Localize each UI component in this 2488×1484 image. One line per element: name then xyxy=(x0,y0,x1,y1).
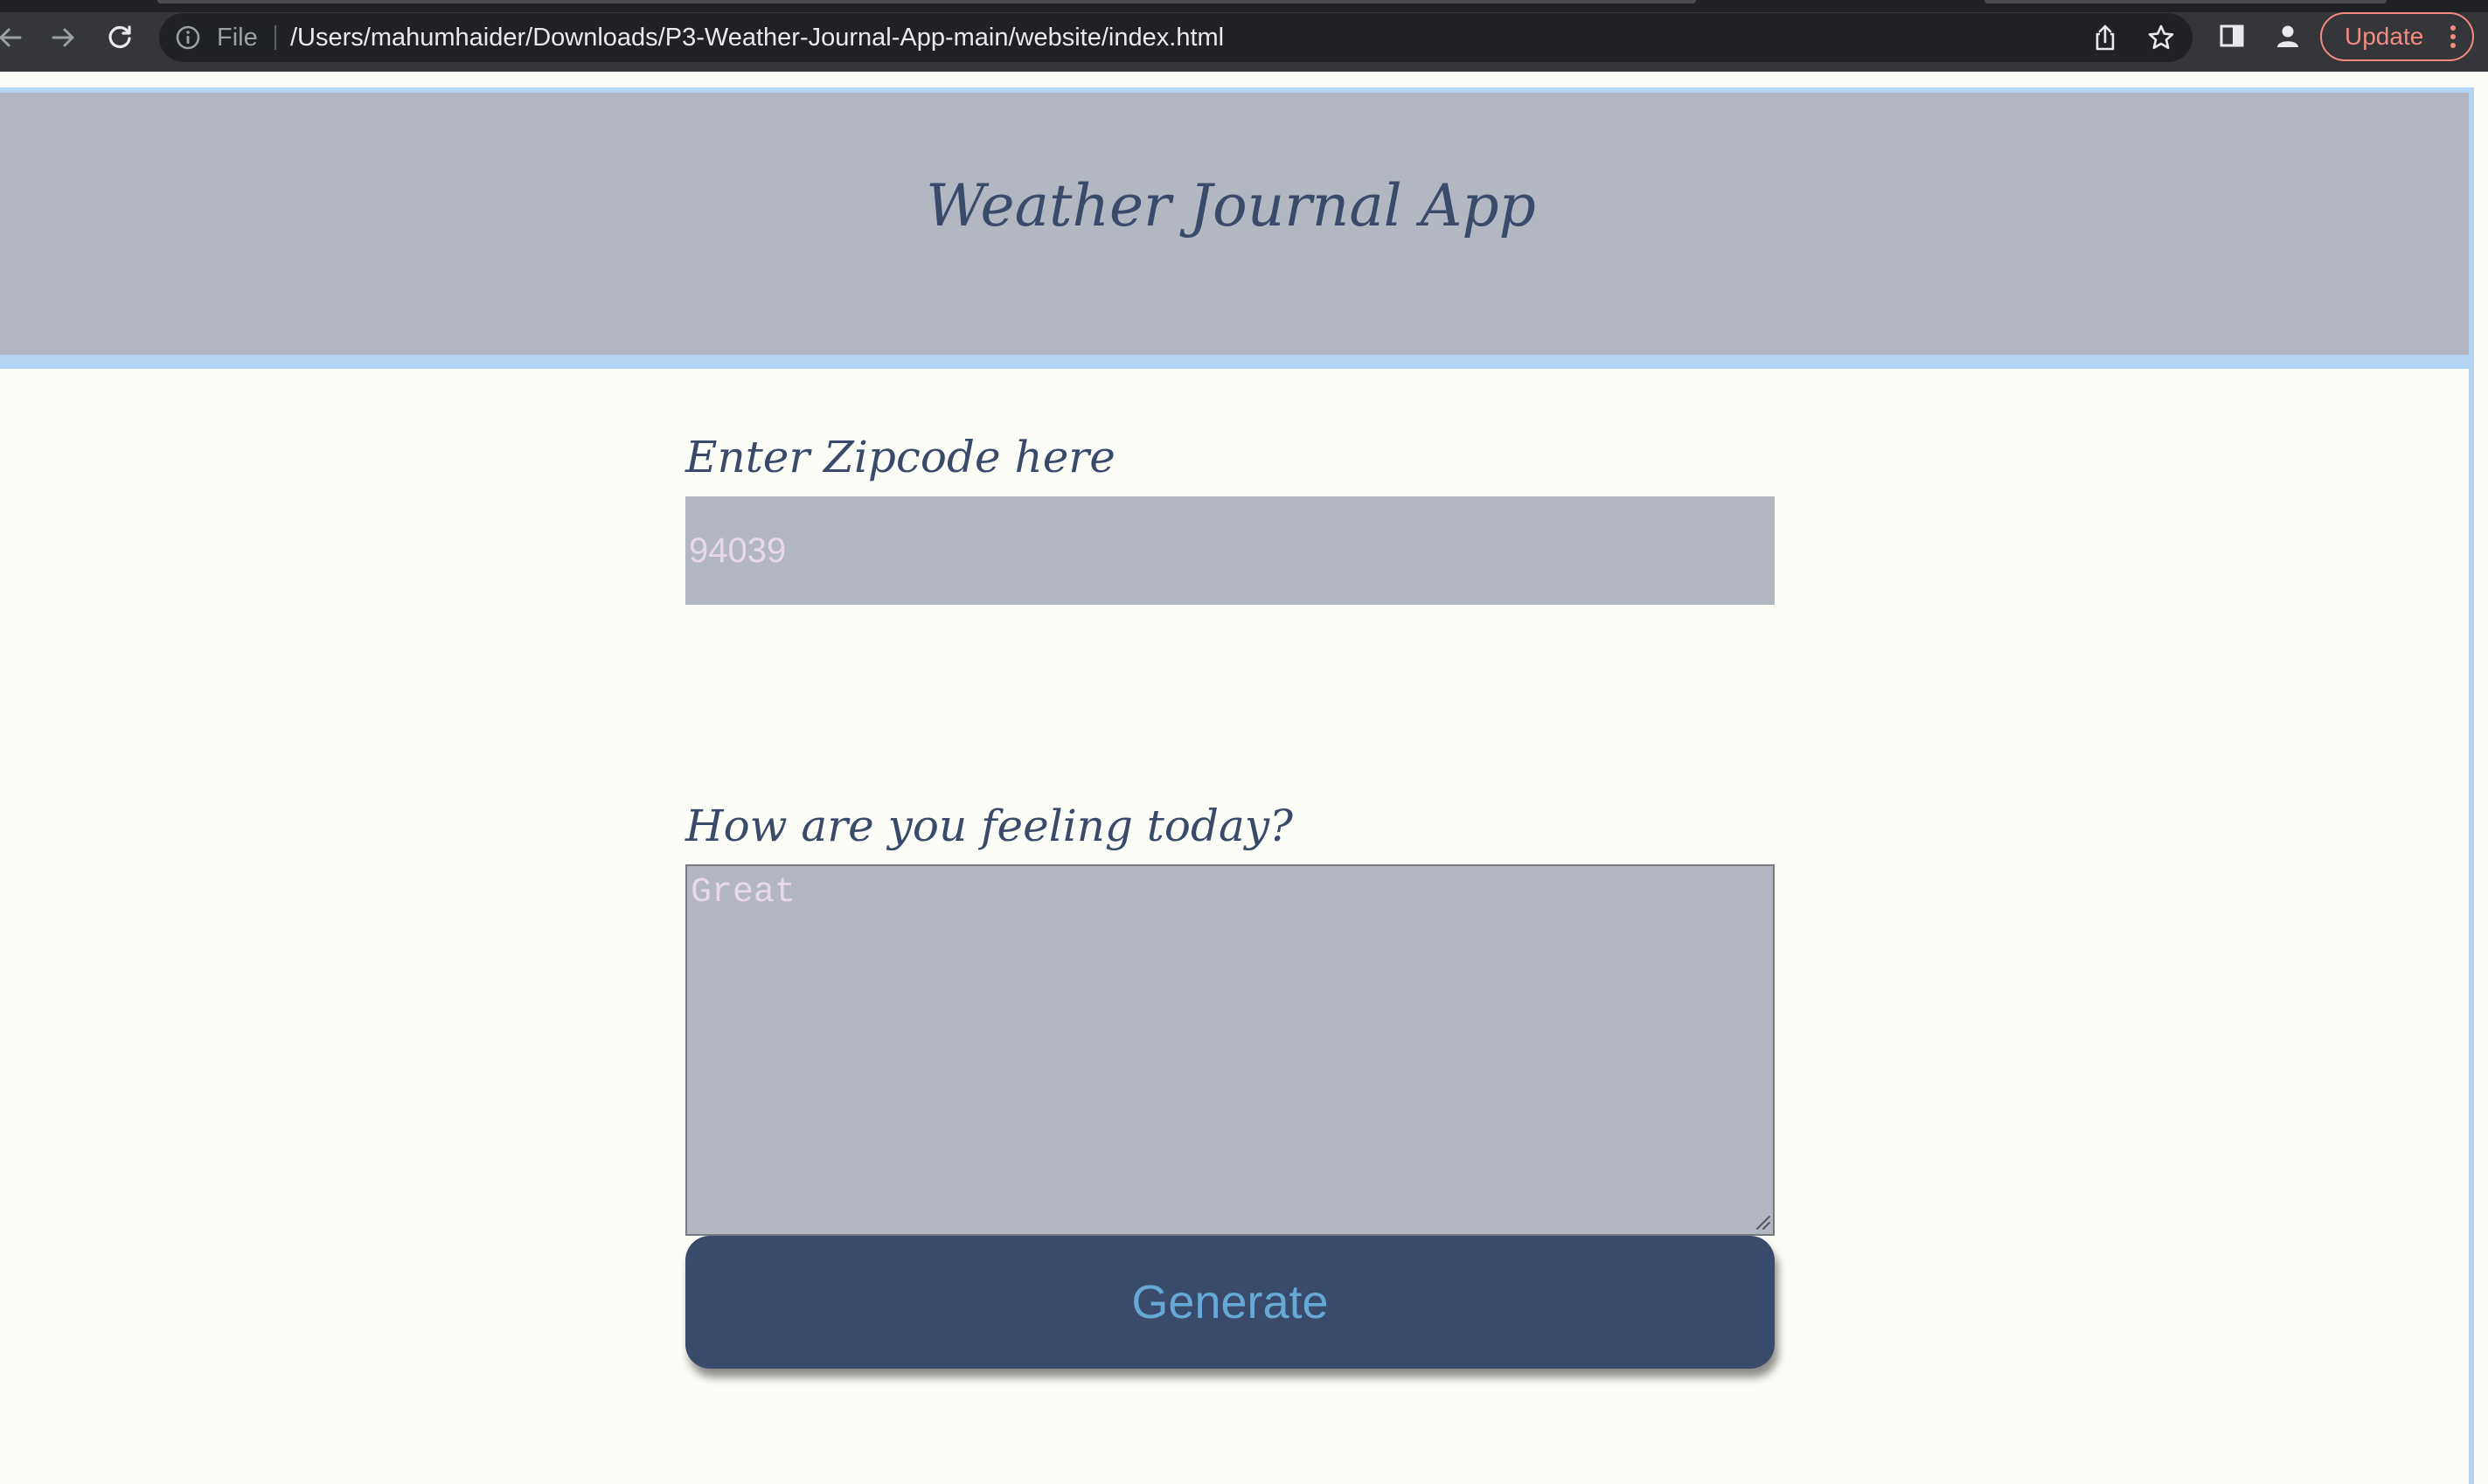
back-arrow-icon xyxy=(0,24,24,52)
tab-strip xyxy=(0,0,2488,12)
file-scheme-label: File xyxy=(217,24,258,52)
update-button[interactable]: Update xyxy=(2320,12,2474,61)
page-right-border xyxy=(2469,87,2488,1484)
forward-arrow-icon xyxy=(50,24,78,52)
reload-icon xyxy=(106,24,134,52)
back-button[interactable] xyxy=(0,14,33,61)
tab-indicator[interactable] xyxy=(1984,0,2387,3)
update-label: Update xyxy=(2345,23,2424,50)
tab-indicator[interactable] xyxy=(157,0,1696,3)
star-icon[interactable] xyxy=(2145,22,2177,53)
share-icon[interactable] xyxy=(2089,22,2121,53)
info-icon[interactable] xyxy=(175,24,201,51)
page-title: Weather Journal App xyxy=(926,172,1536,239)
generate-button[interactable]: Generate xyxy=(685,1236,1775,1369)
address-separator xyxy=(275,25,276,50)
zip-label: Enter Zipcode here xyxy=(685,432,1115,482)
feelings-textarea[interactable] xyxy=(685,864,1775,1236)
url-text[interactable]: /Users/mahumhaider/Downloads/P3-Weather-… xyxy=(290,13,1224,62)
feelings-label: How are you feeling today? xyxy=(685,801,1293,851)
side-panel-icon xyxy=(2219,23,2245,53)
reload-button[interactable] xyxy=(96,14,143,61)
profile-icon xyxy=(2274,22,2302,54)
profile-button[interactable] xyxy=(2264,14,2311,61)
zip-input[interactable] xyxy=(685,496,1775,605)
address-bar[interactable]: File /Users/mahumhaider/Downloads/P3-Wea… xyxy=(159,13,2193,62)
more-vert-icon[interactable] xyxy=(2450,24,2457,49)
forward-button[interactable] xyxy=(40,14,87,61)
side-panel-button[interactable] xyxy=(2208,14,2255,61)
browser-toolbar: File /Users/mahumhaider/Downloads/P3-Wea… xyxy=(0,0,2488,72)
header-bottom-border xyxy=(0,355,2469,369)
resize-handle-icon[interactable] xyxy=(1752,1211,1771,1231)
